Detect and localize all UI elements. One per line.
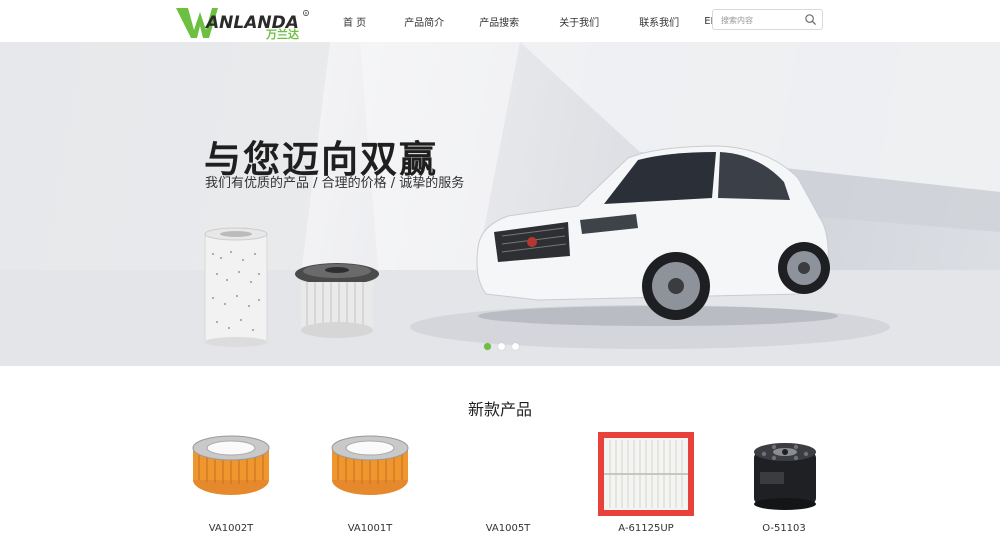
main-nav: 首 页 产品简介 产品搜索 关于我们 联系我们 EN <box>323 0 718 42</box>
banner-subline: 我们有优质的产品 / 合理的价格 / 诚挚的服务 <box>205 176 465 191</box>
product-name: VA1005T <box>485 523 531 534</box>
blank-image <box>448 428 568 518</box>
product-card[interactable]: A-61125UP <box>586 428 706 540</box>
nav-contact-us[interactable]: 联系我们 <box>639 14 679 29</box>
product-card[interactable]: VA1001T <box>310 428 430 540</box>
search-box <box>712 9 823 30</box>
panel-air-filter-icon <box>598 432 694 516</box>
air-filter-round-icon <box>331 435 409 495</box>
slider-dot-3[interactable] <box>512 343 519 350</box>
cylinder-filter-image <box>204 227 268 347</box>
slider-dots <box>484 343 526 350</box>
site-header: ANLANDA R 万兰达 首 页 产品简介 产品搜索 关于我们 联系我们 EN <box>0 0 1000 42</box>
product-name: VA1002T <box>208 523 254 534</box>
svg-text:万兰达: 万兰达 <box>265 27 299 40</box>
product-name: A-61125UP <box>618 523 674 534</box>
air-filter-round-icon <box>192 435 270 495</box>
product-name: O-51103 <box>762 523 806 534</box>
suv-car-image <box>476 145 838 326</box>
nav-about-us[interactable]: 关于我们 <box>559 14 599 29</box>
product-card[interactable]: VA1005T <box>448 428 568 540</box>
round-air-filter-image <box>295 263 379 338</box>
hero-banner: 与您迈向双赢 我们有优质的产品 / 合理的价格 / 诚挚的服务 <box>0 42 1000 366</box>
section-title-new-products: 新款产品 <box>467 400 532 419</box>
nav-home[interactable]: 首 页 <box>343 14 366 29</box>
slider-dot-2[interactable] <box>498 343 505 350</box>
product-card[interactable]: VA1002T <box>171 428 291 540</box>
slider-dot-1[interactable] <box>484 343 491 350</box>
product-name: VA1001T <box>347 523 393 534</box>
search-icon[interactable] <box>804 13 817 26</box>
product-card[interactable]: O-51103 <box>724 428 844 540</box>
wanlanda-logo[interactable]: ANLANDA R 万兰达 <box>174 4 314 40</box>
search-input[interactable] <box>721 12 801 28</box>
oil-filter-icon <box>754 443 816 510</box>
nav-product-search[interactable]: 产品搜索 <box>479 14 519 29</box>
nav-product-intro[interactable]: 产品简介 <box>404 14 444 29</box>
